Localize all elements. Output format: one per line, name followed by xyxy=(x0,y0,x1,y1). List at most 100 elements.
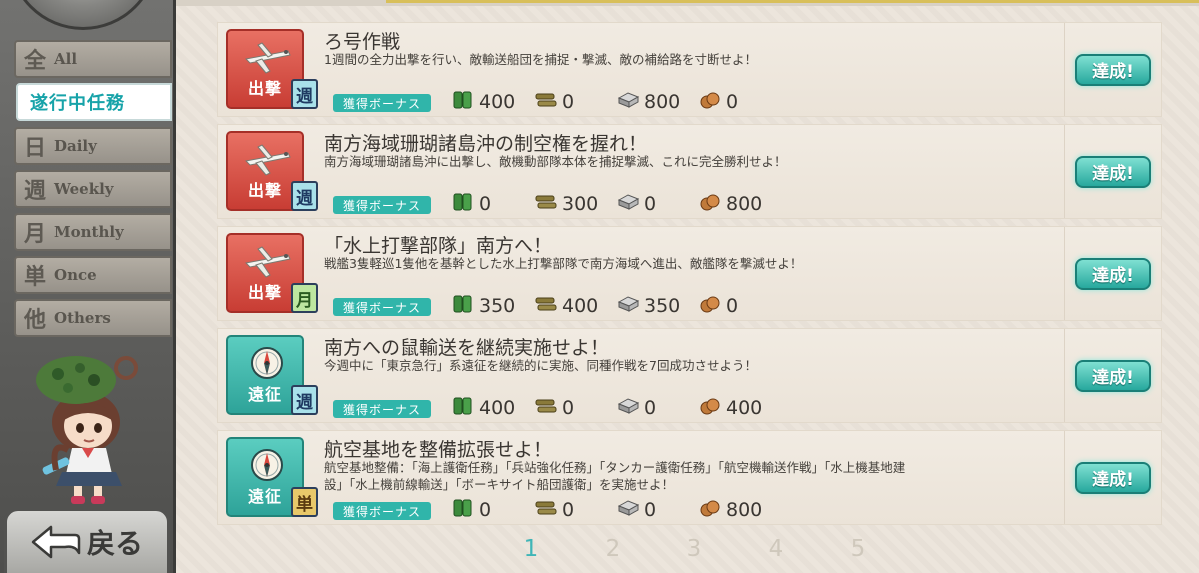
quest-row[interactable]: 出撃月 「水上打撃部隊」南方へ！ 戦艦3隻軽巡1隻他を基幹とした水上打撃部隊で南方海… xyxy=(217,226,1162,321)
tab-once[interactable]: 単 Once xyxy=(14,256,172,294)
page-3-link[interactable]: 3 xyxy=(682,536,706,562)
quest-description: 航空基地整備：「海上護衛任務」「兵站強化任務」「タンカー護衛任務」「航空機輸送作… xyxy=(324,460,906,492)
tab-all[interactable]: 全 All xyxy=(14,40,172,78)
quest-row[interactable]: 出撃週 ろ号作戦 1週間の全力出撃を行い、敵輸送船団を捕捉・撃滅、敵の補給路を寸断せ… xyxy=(217,22,1162,117)
fuel-reward: 0 xyxy=(451,191,491,217)
tab-once-label: Once xyxy=(54,266,97,284)
steel-icon xyxy=(616,498,640,523)
bauxite-amount: 400 xyxy=(726,397,763,419)
quest-category-label: 出撃 xyxy=(247,181,282,200)
quest-row[interactable]: 遠征週 南方への鼠輸送を継続実施せよ！ 今週中に「東京急行」系遠征を継続的に実施、同… xyxy=(217,328,1162,423)
fuel-reward: 0 xyxy=(451,497,491,523)
ammo-reward: 300 xyxy=(534,191,598,217)
bauxite-icon xyxy=(698,90,722,115)
quest-category-label: 出撃 xyxy=(247,79,282,98)
bauxite-amount: 0 xyxy=(726,295,739,317)
complete-badge[interactable]: 達成! xyxy=(1075,359,1151,392)
steel-reward: 350 xyxy=(616,293,680,319)
fuel-icon xyxy=(451,498,475,523)
bauxite-icon xyxy=(698,498,722,523)
chibi-character-illustration xyxy=(36,356,138,504)
tab-monthly-label: Monthly xyxy=(54,223,124,241)
bauxite-reward: 0 xyxy=(698,89,738,115)
tab-daily-kanji: 日 xyxy=(23,135,46,161)
tab-monthly[interactable]: 月 Monthly xyxy=(14,213,172,251)
complete-badge[interactable]: 達成! xyxy=(1075,155,1151,188)
ammo-icon xyxy=(534,498,558,523)
ammo-reward: 0 xyxy=(534,497,574,523)
tab-daily-label: Daily xyxy=(54,137,97,155)
complete-badge[interactable]: 達成! xyxy=(1075,257,1151,290)
fuel-amount: 350 xyxy=(479,295,516,317)
steel-amount: 0 xyxy=(644,499,657,521)
back-button[interactable]: 戻る xyxy=(4,508,170,573)
fuel-reward: 350 xyxy=(451,293,515,319)
quest-sidebar: 全 All 遂行中任務 日 Daily 週 Weekly 月 Monthly 単… xyxy=(0,0,176,573)
bonus-label: 獲得ボーナス xyxy=(333,94,431,112)
quest-title: 航空基地を整備拡張せよ！ xyxy=(324,439,553,461)
fuel-icon xyxy=(451,192,475,217)
bauxite-reward: 0 xyxy=(698,293,738,319)
ammo-icon xyxy=(534,294,558,319)
top-edge-strip xyxy=(176,0,1199,6)
ammo-reward: 400 xyxy=(534,293,598,319)
quest-complete-area[interactable]: 達成! xyxy=(1064,125,1161,218)
quest-frequency-badge: 週 xyxy=(291,181,318,211)
tab-daily[interactable]: 日 Daily xyxy=(14,127,172,165)
quest-complete-area[interactable]: 達成! xyxy=(1064,23,1161,116)
steel-reward: 0 xyxy=(616,395,656,421)
tab-others[interactable]: 他 Others xyxy=(14,299,172,337)
page-2-link[interactable]: 2 xyxy=(601,536,625,562)
back-arrow-icon xyxy=(31,525,81,559)
steel-icon xyxy=(616,294,640,319)
steel-amount: 800 xyxy=(644,91,681,113)
complete-badge[interactable]: 達成! xyxy=(1075,461,1151,494)
tab-weekly-label: Weekly xyxy=(54,180,114,198)
quest-title: 南方海域珊瑚諸島沖の制空権を握れ！ xyxy=(324,133,648,155)
pagination: 1 2 3 4 5 xyxy=(176,536,1199,568)
quest-row[interactable]: 遠征単 航空基地を整備拡張せよ！ 航空基地整備：「海上護衛任務」「兵站強化任務」「タ… xyxy=(217,430,1162,525)
tab-others-kanji: 他 xyxy=(23,307,46,333)
page-1-link[interactable]: 1 xyxy=(519,536,543,562)
tab-weekly[interactable]: 週 Weekly xyxy=(14,170,172,208)
fuel-amount: 400 xyxy=(479,91,516,113)
quest-complete-area[interactable]: 達成! xyxy=(1064,227,1161,320)
fuel-amount: 0 xyxy=(479,499,492,521)
fuel-amount: 400 xyxy=(479,397,516,419)
bauxite-amount: 0 xyxy=(726,91,739,113)
tab-all-label: All xyxy=(54,50,78,68)
bauxite-reward: 800 xyxy=(698,497,762,523)
quest-frequency-badge: 週 xyxy=(291,79,318,109)
tab-all-kanji: 全 xyxy=(23,48,46,74)
steel-amount: 0 xyxy=(644,397,657,419)
back-button-label: 戻る xyxy=(86,527,143,560)
quest-list-panel: 出撃週ろ号作戦 1週間の全力出撃を行い、敵輸送船団を捕捉・撃滅、敵の補給路を寸断せ… xyxy=(176,0,1199,573)
quest-complete-area[interactable]: 達成! xyxy=(1064,431,1161,524)
bonus-label: 獲得ボーナス xyxy=(333,196,431,214)
page-5-link[interactable]: 5 xyxy=(846,536,870,562)
bauxite-icon xyxy=(698,294,722,319)
fuel-icon xyxy=(451,396,475,421)
complete-badge[interactable]: 達成! xyxy=(1075,53,1151,86)
steel-reward: 0 xyxy=(616,497,656,523)
quest-row[interactable]: 出撃週 南方海域珊瑚諸島沖の制空権を握れ！ 南方海域珊瑚諸島沖に出撃し、敵機動部隊本… xyxy=(217,124,1162,219)
bauxite-reward: 800 xyxy=(698,191,762,217)
steel-reward: 800 xyxy=(616,89,680,115)
quest-category-label: 出撃 xyxy=(247,283,282,302)
tab-once-kanji: 単 xyxy=(23,264,46,290)
page-4-link[interactable]: 4 xyxy=(764,536,788,562)
quest-title: 南方への鼠輸送を継続実施せよ！ xyxy=(324,337,610,359)
tab-in-progress[interactable]: 遂行中任務 xyxy=(16,83,172,121)
steel-icon xyxy=(616,192,640,217)
quest-title: ろ号作戦 xyxy=(324,31,401,53)
quest-description: 戦艦3隻軽巡1隻他を基幹とした水上打撃部隊で南方海域へ進出、敵艦隊を撃滅せよ！ xyxy=(324,256,803,271)
tab-others-label: Others xyxy=(54,309,111,327)
quest-category-label: 遠征 xyxy=(247,487,282,506)
quest-complete-area[interactable]: 達成! xyxy=(1064,329,1161,422)
ammo-icon xyxy=(534,90,558,115)
ammo-amount: 400 xyxy=(562,295,599,317)
ammo-reward: 0 xyxy=(534,395,574,421)
quest-category-label: 遠征 xyxy=(247,385,282,404)
quest-frequency-badge: 月 xyxy=(291,283,318,313)
quest-frequency-badge: 単 xyxy=(291,487,318,517)
